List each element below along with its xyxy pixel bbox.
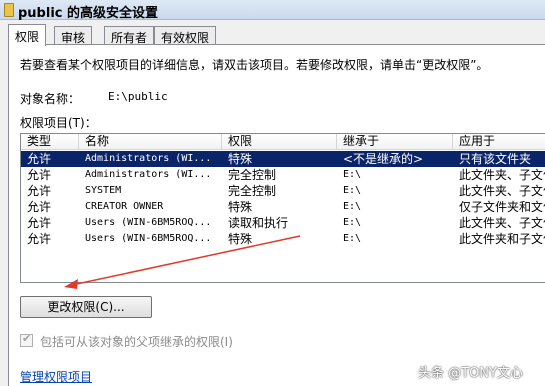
- cell-inherited-from: E:\: [343, 201, 362, 212]
- tab-owner[interactable]: 所有者: [104, 26, 155, 45]
- object-name-value: E:\public: [108, 90, 168, 103]
- table-row[interactable]: 允许 Users (WIN-6BM5ROQ... 读取和执行 E:\ 此文件夹、…: [21, 215, 545, 231]
- cell-name: Users (WIN-6BM5ROQ...: [85, 217, 212, 228]
- table-row[interactable]: 允许 Administrators (WI... 完全控制 E:\ 此文件夹、子…: [21, 167, 545, 183]
- cell-type: 允许: [27, 216, 52, 230]
- cell-permission: 特殊: [228, 200, 253, 214]
- cell-permission: 读取和执行: [228, 216, 289, 230]
- list-header: 类型 名称 权限 继承于 应用于: [21, 134, 545, 150]
- cell-type: 允许: [27, 184, 52, 198]
- object-name-label: 对象名称：: [20, 92, 81, 106]
- cell-inherited-from: <不是继承的>: [343, 152, 424, 166]
- table-row[interactable]: 允许 Administrators (WI... 特殊 <不是继承的> 只有该文…: [21, 151, 545, 167]
- cell-applies-to: 此文件夹、子文件: [459, 168, 545, 182]
- checkmark-icon: ✔: [22, 332, 32, 345]
- cell-type: 允许: [27, 232, 52, 246]
- cell-name: Users (WIN-6BM5ROQ...: [85, 233, 212, 244]
- cell-type: 允许: [27, 168, 52, 182]
- cell-applies-to: 仅子文件夹和文件: [459, 200, 545, 214]
- tab-effective-permissions[interactable]: 有效权限: [154, 26, 217, 45]
- column-header-permission[interactable]: 权限: [222, 134, 337, 150]
- cell-applies-to: 此文件夹和子文件: [459, 232, 545, 246]
- cell-name: CREATOR OWNER: [85, 201, 164, 212]
- column-header-inherited-from[interactable]: 继承于: [337, 134, 453, 150]
- tab-permissions[interactable]: 权限: [8, 24, 47, 46]
- permission-entries-label: 权限项目(T)：: [20, 116, 97, 130]
- cell-inherited-from: E:\: [343, 233, 362, 244]
- table-row[interactable]: 允许 SYSTEM 完全控制 E:\ 此文件夹、子文件: [21, 183, 545, 199]
- intro-text: 若要查看某个权限项目的详细信息，请双击该项目。若要修改权限，请单击“更改权限”。: [20, 58, 489, 72]
- column-header-name[interactable]: 名称: [79, 134, 222, 150]
- cell-permission: 完全控制: [228, 184, 277, 198]
- cell-applies-to: 此文件夹、子文件: [459, 184, 545, 198]
- inherit-permissions-checkbox[interactable]: ✔: [20, 332, 33, 347]
- cell-inherited-from: E:\: [343, 217, 362, 228]
- table-row[interactable]: 允许 Users (WIN-6BM5ROQ... 特殊 E:\ 此文件夹和子文件: [21, 231, 545, 247]
- cell-name: Administrators (WI...: [85, 169, 212, 180]
- change-permissions-button[interactable]: 更改权限(C)...: [20, 296, 152, 318]
- window-title: public 的高级安全设置: [18, 6, 159, 21]
- window-titlebar: public 的高级安全设置: [0, 0, 545, 21]
- cell-type: 允许: [27, 152, 52, 166]
- cell-inherited-from: E:\: [343, 185, 362, 196]
- cell-permission: 特殊: [228, 232, 253, 246]
- table-row[interactable]: 允许 CREATOR OWNER 特殊 E:\ 仅子文件夹和文件: [21, 199, 545, 215]
- cell-name: Administrators (WI...: [85, 153, 212, 164]
- inherit-permissions-label: 包括可从该对象的父项继承的权限(I): [40, 335, 233, 349]
- column-header-applies-to[interactable]: 应用于: [453, 134, 545, 150]
- cell-type: 允许: [27, 200, 52, 214]
- folder-icon: [4, 3, 14, 17]
- column-header-type[interactable]: 类型: [21, 134, 79, 150]
- cell-applies-to: 只有该文件夹: [459, 152, 532, 166]
- cell-name: SYSTEM: [85, 185, 122, 196]
- tab-auditing[interactable]: 审核: [54, 26, 93, 45]
- cell-permission: 特殊: [228, 152, 253, 166]
- cell-inherited-from: E:\: [343, 169, 362, 180]
- cell-permission: 完全控制: [228, 168, 277, 182]
- permission-entries-list[interactable]: 类型 名称 权限 继承于 应用于 允许 Administrators (WI..…: [20, 133, 545, 283]
- cell-applies-to: 此文件夹、子文件: [459, 216, 545, 230]
- watermark: 头条 @TONY文心: [418, 366, 523, 381]
- manage-permission-entries-link[interactable]: 管理权限项目: [20, 368, 92, 385]
